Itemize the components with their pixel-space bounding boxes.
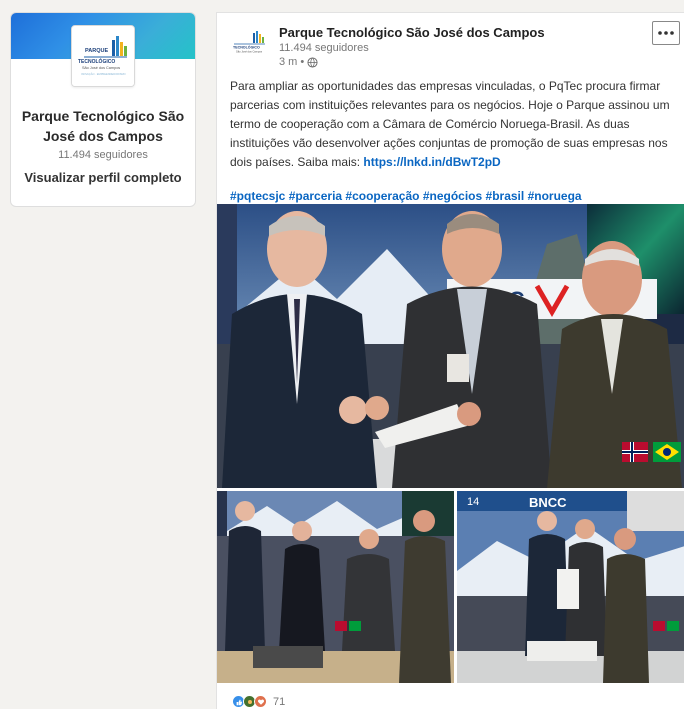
post-author-name[interactable]: Parque Tecnológico São José dos Campos xyxy=(279,25,545,40)
hashtag-list: #pqtecsjc #parceria #cooperação #negócio… xyxy=(217,186,684,206)
handshake-photo: NBCC xyxy=(217,204,684,488)
svg-text:São José dos Campos: São José dos Campos xyxy=(236,50,263,54)
group-photo xyxy=(217,491,454,683)
profile-card: PARQUE TECNOLÓGICO São José dos Campos I… xyxy=(10,12,196,207)
globe-icon xyxy=(307,56,318,68)
profile-followers: 11.494 seguidores xyxy=(58,149,148,161)
booth-number: 14 xyxy=(467,496,479,508)
hashtag-noruega[interactable]: #noruega xyxy=(528,189,582,203)
reactions-bar[interactable]: 71 xyxy=(232,695,285,708)
post-photo-grid: NBCC xyxy=(217,204,684,683)
svg-text:São José dos Campos: São José dos Campos xyxy=(82,66,120,70)
hashtag-cooperacao[interactable]: #cooperação xyxy=(345,189,419,203)
hashtag-brasil[interactable]: #brasil xyxy=(486,189,525,203)
post-external-link[interactable]: https://lnkd.in/dBwT2pD xyxy=(363,155,500,169)
svg-text:TECNOLÓGICO: TECNOLÓGICO xyxy=(78,57,115,65)
post-photo-main[interactable]: NBCC xyxy=(217,204,684,488)
more-options-button[interactable] xyxy=(652,21,680,45)
bncc-sign: BNCC xyxy=(529,495,567,510)
reaction-count[interactable]: 71 xyxy=(273,696,285,708)
feed-post: TECNOLÓGICO São José dos Campos Parque T… xyxy=(216,12,684,709)
parque-logo-icon: PARQUE TECNOLÓGICO São José dos Campos I… xyxy=(72,26,134,86)
post-photo-bottom-right[interactable]: BNCC 14 xyxy=(457,491,684,683)
company-logo[interactable]: PARQUE TECNOLÓGICO São José dos Campos I… xyxy=(71,25,135,87)
post-photo-bottom-left[interactable] xyxy=(217,491,454,683)
profile-name[interactable]: Parque Tecnológico São José dos Campos xyxy=(21,106,185,146)
hashtag-negocios[interactable]: #negócios xyxy=(423,189,482,203)
post-meta: 3 m • xyxy=(279,56,318,68)
author-avatar[interactable]: TECNOLÓGICO São José dos Campos xyxy=(229,27,269,59)
document-photo: BNCC 14 xyxy=(457,491,684,683)
more-horizontal-icon xyxy=(658,31,674,35)
post-text: Para ampliar as oportunidades das empres… xyxy=(217,77,684,172)
hashtag-pqtecsjc[interactable]: #pqtecsjc xyxy=(230,189,285,203)
view-full-profile-link[interactable]: Visualizar perfil completo xyxy=(11,170,195,185)
post-header: TECNOLÓGICO São José dos Campos Parque T… xyxy=(217,13,684,77)
post-author-followers: 11.494 seguidores xyxy=(279,42,369,54)
post-time: 3 m • xyxy=(279,56,305,68)
parque-logo-icon: TECNOLÓGICO São José dos Campos xyxy=(229,27,269,59)
hashtag-parceria[interactable]: #parceria xyxy=(289,189,342,203)
love-icon xyxy=(254,695,267,708)
svg-text:PARQUE: PARQUE xyxy=(85,48,108,54)
svg-text:TECNOLÓGICO: TECNOLÓGICO xyxy=(233,45,260,50)
